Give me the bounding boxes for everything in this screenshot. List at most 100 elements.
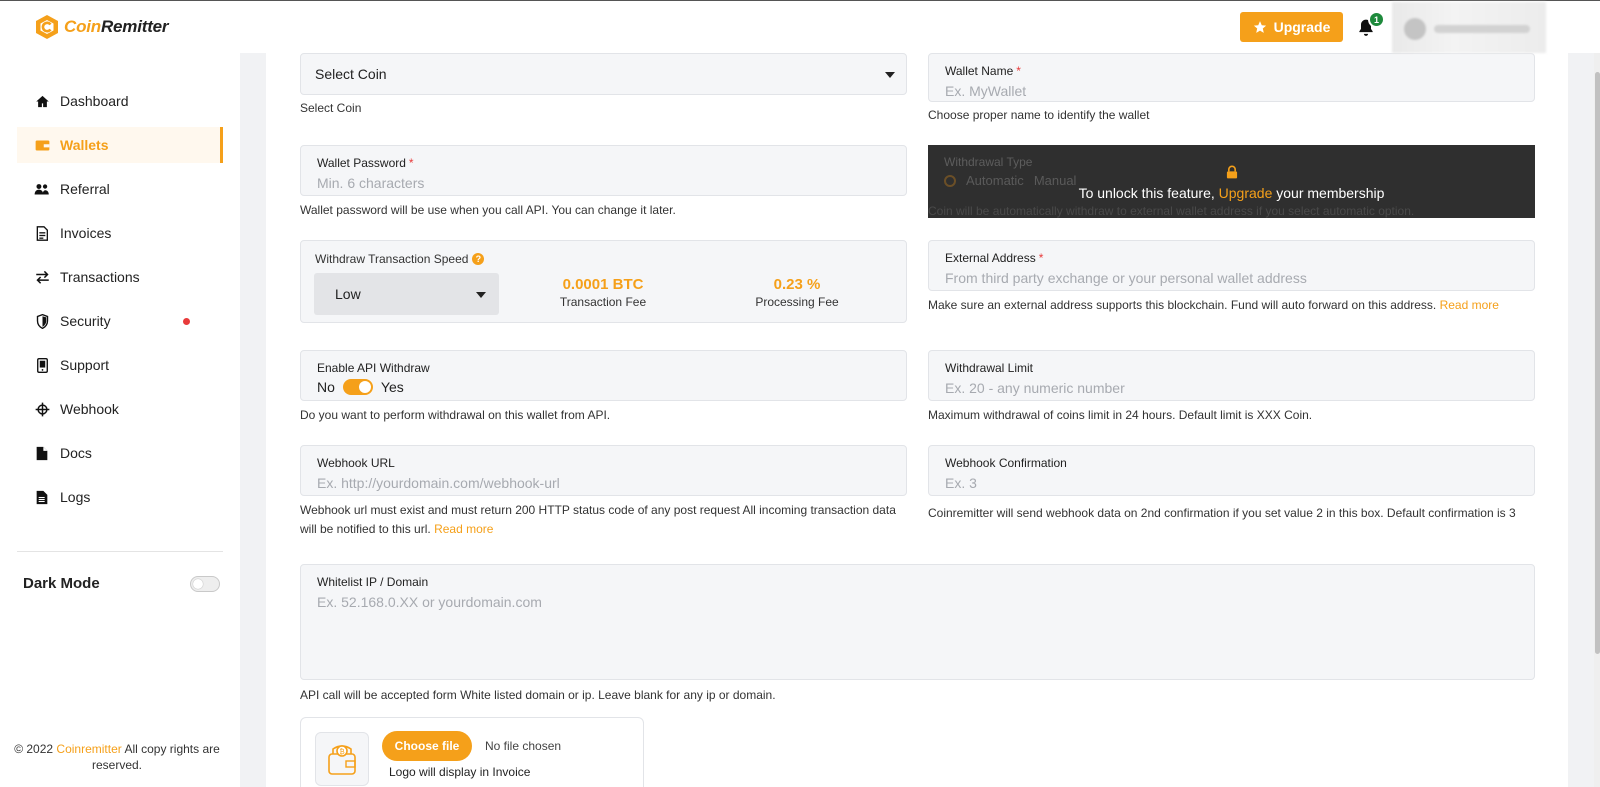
sidebar-item-label: Security	[60, 313, 111, 329]
toggle-yes-label: Yes	[380, 379, 404, 395]
external-address-label: External Address *	[945, 251, 1044, 265]
read-more-link[interactable]: Read more	[434, 522, 493, 536]
profile-name-redacted	[1434, 25, 1530, 33]
users-icon	[34, 181, 50, 197]
scrollbar-thumb[interactable]	[1595, 72, 1600, 654]
security-alert-dot	[183, 318, 190, 325]
whitelist-textarea[interactable]: Whitelist IP / Domain Ex. 52.168.0.XX or…	[300, 564, 1535, 680]
speed-select[interactable]: Low	[314, 273, 499, 315]
doc-icon	[34, 445, 50, 461]
external-address-field[interactable]: External Address * From third party excha…	[928, 240, 1535, 291]
withdrawal-limit-label: Withdrawal Limit	[945, 361, 1034, 375]
unlock-message: To unlock this feature, Upgrade your mem…	[1078, 185, 1385, 201]
transfer-icon	[34, 269, 50, 285]
choose-file-button[interactable]: Choose file	[382, 731, 472, 761]
dark-mode-toggle[interactable]	[190, 576, 220, 592]
withdrawal-limit-field[interactable]: Withdrawal Limit Ex. 20 - any numeric nu…	[928, 350, 1535, 401]
whitelist-placeholder: Ex. 52.168.0.XX or yourdomain.com	[317, 594, 542, 610]
webhook-url-placeholder: Ex. http://yourdomain.com/webhook-url	[317, 475, 560, 491]
upgrade-link[interactable]: Upgrade	[1219, 185, 1273, 201]
withdrawal-type-label: Withdrawal Type	[944, 155, 1033, 169]
coinremitter-logo[interactable]: CoinRemitter	[34, 14, 169, 40]
notification-badge: 1	[1368, 11, 1385, 28]
api-withdraw-field: Enable API Withdraw No Yes	[300, 350, 907, 401]
file-status: No file chosen	[485, 739, 562, 753]
webhook-confirmation-field[interactable]: Webhook Confirmation Ex. 3	[928, 445, 1535, 496]
webhook-icon	[34, 401, 50, 417]
home-icon	[34, 93, 50, 109]
sidebar-item-label: Transactions	[60, 269, 140, 285]
processing-fee-value: 0.23 %	[773, 276, 821, 293]
whitelist-label: Whitelist IP / Domain	[317, 575, 429, 589]
wallet-name-placeholder: Ex. MyWallet	[945, 83, 1027, 99]
avatar	[1404, 18, 1426, 40]
api-withdraw-toggle-row: No Yes	[317, 379, 404, 395]
chevron-down-icon	[885, 72, 895, 78]
sidebar-item-label: Referral	[60, 181, 110, 197]
withdrawal-type-locked-overlay[interactable]: Withdrawal Type Automatic Manual Coin wi…	[928, 145, 1535, 218]
coin-select[interactable]: Select Coin	[300, 53, 907, 95]
copyright-footer: © 2022 Coinremitter All copy rights are …	[14, 742, 220, 772]
sidebar-item-label: Invoices	[60, 225, 112, 241]
toggle-no-label: No	[317, 379, 335, 395]
whitelist-help: API call will be accepted form White lis…	[300, 688, 776, 702]
sidebar-item-label: Docs	[60, 445, 92, 461]
webhook-url-help: Webhook url must exist and must return 2…	[300, 503, 896, 536]
sidebar-item-label: Logs	[60, 489, 91, 505]
profile-menu[interactable]	[1392, 2, 1546, 53]
sidebar-item-webhook[interactable]: Webhook	[17, 391, 223, 427]
api-withdraw-help: Do you want to perform withdrawal on thi…	[300, 408, 611, 422]
log-icon	[34, 489, 50, 505]
sidebar-item-security[interactable]: Security	[17, 303, 223, 339]
processing-fee-label: Processing Fee	[755, 295, 839, 309]
sidebar-divider	[17, 551, 223, 552]
transaction-speed-panel: Withdraw Transaction Speed? Low 0.0001 B…	[300, 240, 907, 323]
speed-select-value: Low	[335, 286, 361, 302]
sidebar-item-transactions[interactable]: Transactions	[17, 259, 223, 295]
logo-upload-note: Logo will display in Invoice	[389, 765, 531, 779]
svg-text:₿: ₿	[340, 748, 345, 756]
api-withdraw-toggle[interactable]	[342, 379, 373, 395]
chevron-down-icon	[476, 292, 486, 298]
logo-mark-icon	[36, 15, 58, 39]
external-address-placeholder: From third party exchange or your person…	[945, 270, 1307, 286]
upgrade-label: Upgrade	[1273, 19, 1331, 35]
help-icon[interactable]: ?	[472, 253, 485, 265]
sidebar-item-referral[interactable]: Referral	[17, 171, 223, 207]
webhook-confirmation-placeholder: Ex. 3	[945, 475, 977, 491]
sidebar-item-wallets[interactable]: Wallets	[17, 127, 223, 163]
wallet-logo-icon: ₿	[328, 745, 356, 775]
webhook-url-label: Webhook URL	[317, 456, 395, 470]
sidebar-item-logs[interactable]: Logs	[17, 479, 223, 515]
wallet-password-placeholder: Min. 6 characters	[317, 175, 425, 191]
webhook-url-field[interactable]: Webhook URL Ex. http://yourdomain.com/we…	[300, 445, 907, 496]
wallet-password-field[interactable]: Wallet Password * Min. 6 characters	[300, 145, 907, 196]
star-icon	[1253, 21, 1266, 33]
wallet-name-help: Choose proper name to identify the walle…	[928, 108, 1150, 122]
withdrawal-limit-help: Maximum withdrawal of coins limit in 24 …	[928, 408, 1313, 422]
logo-upload-box: ₿ Choose file No file chosen Logo will d…	[300, 717, 644, 787]
wallet-icon	[34, 137, 50, 153]
invoice-icon	[34, 225, 50, 241]
wallet-password-label: Wallet Password *	[317, 156, 414, 170]
sidebar-item-label: Dashboard	[60, 93, 129, 109]
sidebar-item-support[interactable]: Support	[17, 347, 223, 383]
sidebar-item-label: Webhook	[60, 401, 119, 417]
footer-brand-link[interactable]: Coinremitter	[56, 742, 121, 756]
transaction-fee-value: 0.0001 BTC	[562, 276, 644, 293]
top-bar: CoinRemitter Upgrade 1	[0, 0, 1600, 53]
wallet-name-field[interactable]: Wallet Name * Ex. MyWallet	[928, 53, 1535, 102]
sidebar-item-docs[interactable]: Docs	[17, 435, 223, 471]
webhook-confirmation-help: Coinremitter will send webhook data on 2…	[928, 506, 1516, 520]
sidebar-item-dashboard[interactable]: Dashboard	[17, 83, 223, 119]
coin-select-value: Select Coin	[315, 66, 387, 82]
coin-help: Select Coin	[300, 101, 362, 115]
sidebar-item-label: Support	[60, 357, 110, 373]
shield-icon	[34, 313, 50, 329]
read-more-link[interactable]: Read more	[1440, 298, 1499, 312]
upgrade-button[interactable]: Upgrade	[1240, 12, 1343, 42]
withdrawal-type-help: Coin will be automatically withdraw to e…	[928, 204, 1415, 218]
sidebar-item-invoices[interactable]: Invoices	[17, 215, 223, 251]
transaction-fee-label: Transaction Fee	[559, 295, 647, 309]
speed-label: Withdraw Transaction Speed?	[315, 252, 485, 266]
